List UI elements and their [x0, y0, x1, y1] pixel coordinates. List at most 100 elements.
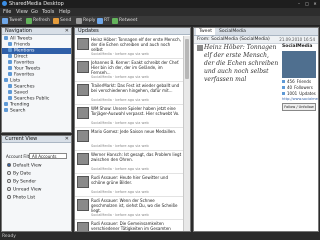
panel-close-icon[interactable]: ✕	[65, 28, 69, 35]
folder-icon	[8, 42, 12, 46]
menu-file[interactable]: File	[3, 9, 11, 15]
update-text: WM Show: Unsere Spieler haben jetzt eine…	[91, 106, 180, 116]
folder-icon	[8, 90, 12, 94]
maximize-button[interactable]: □	[304, 1, 310, 6]
retweet-alt-icon	[112, 17, 118, 24]
sidebar-item-label: Searches	[14, 84, 35, 90]
rt-button[interactable]: RT	[97, 17, 110, 24]
retweet-icon	[97, 17, 103, 24]
updates-header: Updates	[75, 28, 190, 35]
update-item[interactable]: Mario Gomez: Jede Saison neue Medaillen.…	[75, 128, 184, 151]
update-meta: SocialMedia · before ago via web	[91, 75, 149, 79]
radio-icon[interactable]	[7, 179, 11, 183]
updates-panel: Updates Heinz Höber: Tonnagen elf der er…	[74, 27, 191, 232]
navigation-title: Navigation	[5, 28, 32, 34]
menu-help[interactable]: Help	[59, 9, 70, 15]
detail-panel: Tweet SocialMedia From: SocialMedia (Soc…	[193, 27, 319, 232]
minimize-button[interactable]: –	[296, 1, 302, 6]
retweet-button[interactable]: Retweet	[112, 17, 137, 24]
menu-view[interactable]: View	[16, 9, 28, 15]
update-text: Rudi Assauer: Die Gemeinsamkeiten versch…	[91, 221, 171, 231]
sidebar-item-label: Your Tweets	[14, 66, 41, 72]
sidebar-item-label: Saved	[14, 90, 28, 96]
panel-close-icon[interactable]: ✕	[65, 136, 69, 143]
account-filter-select[interactable]: All Accounts	[29, 153, 67, 159]
send-button[interactable]: Send	[53, 17, 71, 24]
update-meta: SocialMedia · before ago via web	[91, 52, 149, 56]
status-text: Ready	[2, 234, 16, 239]
update-item[interactable]: Rudi Assauer: Wenn der Schnee geschmolze…	[75, 197, 184, 220]
app-window: SharedMedia Desktop – □ ✕ File View Go T…	[0, 0, 320, 240]
refresh-button[interactable]: Refresh	[26, 17, 50, 24]
current-view-panel: Current View ✕ Account Filter All Accoun…	[1, 135, 72, 232]
updates-count: 1001	[287, 91, 298, 96]
sidebar-item-label: Searches Public	[14, 96, 50, 102]
app-logo-icon	[2, 1, 7, 6]
update-text: Mario Gomez: Jede Saison neue Medaillen.	[91, 129, 177, 134]
menu-tools[interactable]: Tools	[42, 9, 54, 15]
reply-button[interactable]: Reply	[76, 17, 95, 24]
sidebar-item-label: Lists	[10, 78, 21, 84]
avatar	[77, 107, 89, 119]
view-option[interactable]: Unread View	[7, 187, 41, 193]
close-button[interactable]: ✕	[312, 1, 318, 6]
navigation-panel: Navigation ✕ All Tweets Friends Mentions Di…	[1, 27, 72, 133]
sidebar-item-label: Trending	[10, 102, 30, 108]
profile-url[interactable]: http://www.socialmedia.de	[282, 97, 318, 101]
update-meta: SocialMedia · before ago via web	[91, 190, 149, 194]
detail-date: 21.09.2010 16:54	[279, 37, 315, 42]
avatar	[77, 199, 89, 211]
folder-icon	[8, 72, 12, 76]
update-meta: SocialMedia · before ago via web	[91, 167, 149, 171]
update-item[interactable]: Werner Hansch: Ist gesagt, das Problem l…	[75, 151, 184, 174]
folder-icon	[8, 96, 12, 100]
tab-tweet[interactable]: Tweet	[196, 28, 215, 35]
avatar	[77, 84, 89, 96]
sidebar-item[interactable]: Search	[2, 108, 71, 114]
tab-socialmedia[interactable]: SocialMedia	[216, 28, 249, 35]
scrollbar-thumb[interactable]	[185, 39, 189, 79]
radio-icon[interactable]	[7, 163, 11, 167]
view-option[interactable]: By Date	[7, 171, 31, 177]
radio-icon[interactable]	[7, 195, 11, 199]
tweet-avatar	[197, 45, 203, 51]
folder-icon	[8, 54, 12, 58]
folder-icon	[8, 60, 12, 64]
menu-go[interactable]: Go	[31, 9, 38, 15]
tweet-button[interactable]: Tweet	[2, 17, 22, 24]
view-option[interactable]: Default View	[7, 163, 42, 169]
sidebar-item-label: All Tweets	[10, 36, 33, 42]
updates-title: Updates	[78, 28, 99, 34]
reply-icon	[76, 17, 82, 24]
view-option[interactable]: By Sender	[7, 179, 36, 185]
update-item[interactable]: WM Show: Unsere Spieler haben jetzt eine…	[75, 105, 184, 128]
profile-card: SocialMedia 456 Friends 40 Followers 1001 U…	[282, 44, 318, 111]
view-option[interactable]: Photo List	[7, 195, 35, 201]
update-text: Heinz Höber: Tonnagen elf der erste Mens…	[91, 37, 181, 52]
folder-icon	[8, 66, 12, 70]
update-text: Rudi Assauer: Heute hier Gewitter und sc…	[91, 175, 168, 185]
tweet-text: Heinz Höber: Tonnagen elf der erste Mens…	[204, 44, 279, 83]
sidebar-item-label: Search	[10, 108, 26, 114]
window-controls: – □ ✕	[296, 1, 318, 6]
update-item[interactable]: Johannes B. Kerner: Exakt schreibt der C…	[75, 59, 184, 82]
update-meta: SocialMedia · before ago via web	[91, 98, 149, 102]
update-item[interactable]: Heinz Höber: Tonnagen elf der erste Mens…	[75, 36, 184, 59]
avatar	[77, 176, 89, 188]
folder-icon	[4, 102, 8, 106]
folder-icon	[4, 108, 8, 112]
view-option-label: Photo List	[13, 195, 36, 201]
follow-button[interactable]: Follow / Unfollow	[282, 103, 316, 111]
updates-scrollbar[interactable]	[183, 36, 190, 231]
view-option-label: By Sender	[13, 179, 37, 185]
avatar	[77, 38, 89, 50]
toolbar: Tweet Refresh Send Reply RT Retweet	[0, 16, 320, 26]
radio-icon[interactable]	[7, 171, 11, 175]
avatar	[77, 130, 89, 142]
update-item[interactable]: Rudi Assauer: Die Gemeinsamkeiten versch…	[75, 220, 184, 231]
view-option-label: Unread View	[13, 187, 42, 193]
view-option-label: Default View	[13, 163, 42, 169]
update-item[interactable]: Rudi Assauer: Heute hier Gewitter und sc…	[75, 174, 184, 197]
radio-icon[interactable]	[7, 187, 11, 191]
update-item[interactable]: TrailerMarkt: Das Fest ist wieder geball…	[75, 82, 184, 105]
